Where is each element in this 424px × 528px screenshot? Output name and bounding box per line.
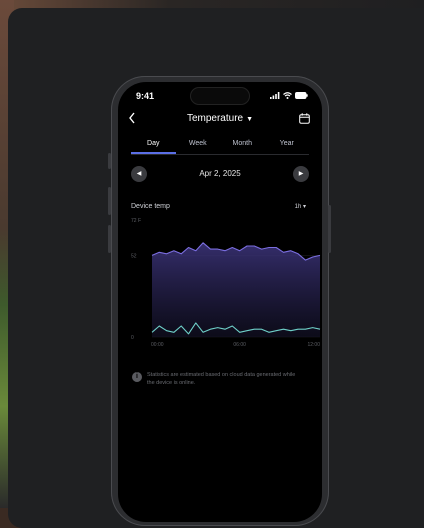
phone-screen: 9:41 Temperature ▼ Day Week Month Year ◀… xyxy=(118,82,322,522)
phone-power-button xyxy=(328,205,331,253)
x-tick-label: 12:00 xyxy=(307,342,320,348)
x-tick-label: 00:00 xyxy=(151,342,164,348)
tab-year[interactable]: Year xyxy=(265,138,310,154)
temperature-chart: 72 F 52 0 00:00 06:00 12:00 xyxy=(131,218,320,348)
wifi-icon xyxy=(283,92,292,99)
dynamic-island xyxy=(190,87,250,105)
title-label: Temperature xyxy=(186,113,244,124)
nav-bar: Temperature ▼ xyxy=(118,110,322,130)
status-bar: 9:41 xyxy=(118,82,322,112)
battery-icon xyxy=(295,92,308,99)
phone-mute-switch xyxy=(108,153,111,169)
tab-week[interactable]: Week xyxy=(176,138,221,154)
status-time: 9:41 xyxy=(136,91,155,101)
y-tick-label: 0 xyxy=(131,335,134,341)
chart-title: Device temp xyxy=(131,203,170,210)
y-tick-label: 52 xyxy=(131,253,137,259)
signal-icon xyxy=(270,92,280,99)
next-day-button[interactable]: ▶ xyxy=(293,166,309,182)
title-dropdown-icon: ▼ xyxy=(246,116,254,123)
info-icon: i xyxy=(132,372,142,382)
phone-volume-up xyxy=(108,187,111,215)
date-label: Apr 2, 2025 xyxy=(199,169,241,178)
range-tabs: Day Week Month Year xyxy=(131,138,309,154)
tab-month[interactable]: Month xyxy=(220,138,265,154)
series-area-1 xyxy=(152,242,320,337)
page-title[interactable]: Temperature ▼ xyxy=(118,113,322,124)
tab-day[interactable]: Day xyxy=(131,138,176,154)
phone-volume-down xyxy=(108,225,111,253)
interval-select[interactable]: 1h ▾ xyxy=(295,203,306,210)
x-tick-label: 06:00 xyxy=(233,342,246,348)
y-unit-label: 72 F xyxy=(131,218,141,224)
date-navigator: ◀ Apr 2, 2025 ▶ xyxy=(131,166,309,182)
calendar-icon[interactable] xyxy=(299,113,310,124)
status-icons xyxy=(270,92,308,99)
tab-divider xyxy=(131,154,309,155)
info-note: Statistics are estimated based on cloud … xyxy=(147,372,296,386)
